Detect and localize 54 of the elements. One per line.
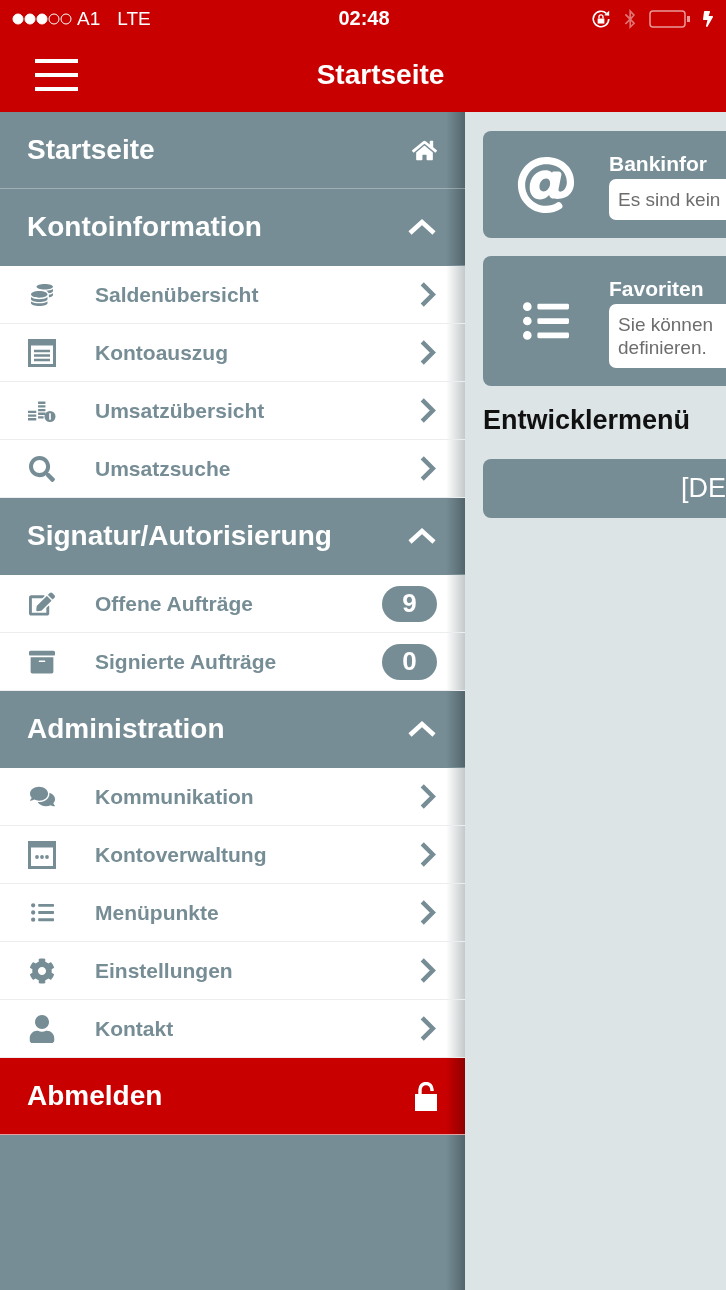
signal-strength-icon — [12, 12, 72, 25]
chevron-right-icon — [419, 455, 437, 482]
chevron-right-icon — [419, 841, 437, 868]
count-badge: 0 — [382, 643, 437, 680]
card-title: Favoriten — [609, 276, 705, 302]
chevron-right-icon — [419, 1015, 437, 1042]
card-title: Bankinfor — [609, 151, 708, 177]
archive-icon — [29, 648, 55, 675]
menu-item[interactable]: Menüpunkte — [0, 884, 465, 942]
chevron-right-icon — [419, 397, 437, 424]
info-card[interactable]: Bankinfor Es sind kein — [483, 131, 726, 238]
settings-icon — [29, 957, 55, 984]
charging-icon — [700, 10, 716, 27]
developer-button[interactable]: [DE — [483, 459, 726, 518]
edit-icon — [29, 590, 55, 617]
coins-icon — [31, 283, 53, 306]
menu-item[interactable]: Kontakt — [0, 1000, 465, 1058]
menu-item[interactable]: Kommunikation — [0, 768, 465, 826]
menu-item[interactable]: Offene Aufträge 9 — [0, 575, 465, 633]
logout-button[interactable]: Abmelden — [0, 1058, 465, 1135]
menu-item[interactable]: Saldenübersicht — [0, 266, 465, 324]
chat-bubbles-icon — [29, 784, 55, 809]
at-sign-icon — [517, 155, 575, 214]
bar-coin-icon — [28, 399, 56, 422]
chevron-right-icon — [419, 899, 437, 926]
message-box: Sie können definieren. — [609, 304, 726, 368]
battery-icon — [649, 9, 691, 28]
menu-item[interactable]: Umsatzübersicht — [0, 382, 465, 440]
chevron-right-icon — [419, 783, 437, 810]
menu-item[interactable]: Einstellungen — [0, 942, 465, 1000]
menu-item[interactable]: Kontoauszug — [0, 324, 465, 382]
carrier-name: A1 — [77, 7, 101, 30]
padlock-icon — [415, 1081, 437, 1111]
menu-item[interactable]: Kontoverwaltung — [0, 826, 465, 884]
search-icon — [29, 455, 55, 482]
chevron-right-icon — [419, 281, 437, 308]
chevron-right-icon — [419, 957, 437, 984]
network-type: LTE — [117, 7, 151, 30]
menu-button[interactable] — [35, 58, 78, 91]
menu-item[interactable]: Signierte Aufträge 0 — [0, 633, 465, 691]
person-icon — [28, 1014, 56, 1043]
message-box: Es sind kein — [609, 179, 726, 220]
chevron-right-icon — [419, 339, 437, 366]
menu-icon — [35, 58, 78, 91]
rotation-lock-icon — [591, 8, 611, 29]
info-card[interactable]: Favoriten Sie können definieren. — [483, 256, 726, 386]
clock-time: 02:48 — [338, 7, 390, 30]
page-title: Startseite — [316, 58, 445, 91]
menu-item[interactable]: Umsatzsuche — [0, 440, 465, 498]
document-list-icon — [28, 338, 56, 367]
window-dots-icon — [28, 840, 56, 869]
list-icon — [30, 901, 54, 924]
section-heading: Entwicklermenü — [483, 404, 692, 436]
count-badge: 9 — [382, 585, 437, 622]
